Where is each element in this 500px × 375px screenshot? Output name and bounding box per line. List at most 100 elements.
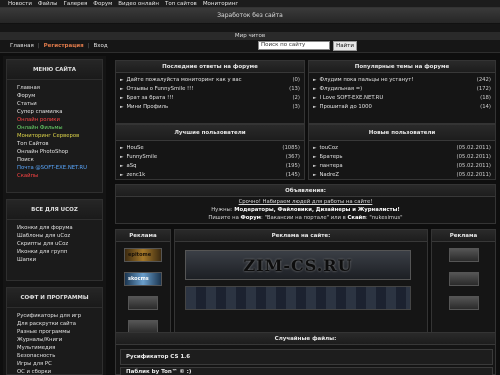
list-item-text: HouSe xyxy=(126,145,144,151)
topnav-news[interactable]: Новости xyxy=(8,1,32,7)
sidebar-item[interactable]: Иконки для форума xyxy=(17,224,102,232)
user-navbar: Главная | Регистрация | Вход xyxy=(0,40,500,53)
soft-box: СОФТ И ПРОГРАММЫ Русификаторы для игр Для… xyxy=(6,287,103,375)
sidebar-item[interactable]: Топ Сайтов xyxy=(17,140,102,148)
ucoz-title: ВСЕ ДЛЯ UCOZ xyxy=(7,200,102,220)
ad-thumb-right-2[interactable] xyxy=(449,272,479,286)
sidebar-item[interactable]: Иконки для групп xyxy=(17,248,102,256)
sidebar-item[interactable]: Статьи xyxy=(17,100,102,108)
topnav-gallery[interactable]: Галерея xyxy=(63,1,87,7)
list-item-count: (05.02.2011) xyxy=(456,154,491,160)
announcement-link[interactable]: Срочно! Набираем людей для работы на сай… xyxy=(239,199,373,205)
nav-login-link[interactable]: Вход xyxy=(94,43,108,49)
sidebar-item[interactable]: Шаблоны для uCoz xyxy=(17,232,102,240)
list-item[interactable]: ► Брат за брата !!! (2) xyxy=(120,94,300,102)
file-item[interactable]: Русификатор CS 1.6 xyxy=(120,349,493,365)
sidebar-item[interactable]: Русификаторы для игр xyxy=(17,312,102,320)
sidebar-item[interactable]: Почта @SOFT-EXE.NET.RU xyxy=(17,164,102,172)
sidebar-item[interactable]: Онлайн ролики xyxy=(17,116,102,124)
sidebar-item[interactable]: Скайпы xyxy=(17,172,102,180)
list-item[interactable]: ► HouSe (1085) xyxy=(120,144,300,152)
list-item-text: zenc1k xyxy=(126,172,146,178)
arrow-icon: ► xyxy=(120,104,124,110)
arrow-icon: ► xyxy=(313,145,317,151)
search-button[interactable]: Найти xyxy=(333,41,357,51)
announcement-contact-end: : "nukesimus" xyxy=(365,215,403,221)
zim-cs-banner[interactable]: ZIM-CS.RU xyxy=(185,250,411,280)
sidebar: МЕНЮ САЙТА Главная Форум Статьи Супер спами… xyxy=(3,56,106,375)
arrow-icon: ► xyxy=(120,163,124,169)
list-item[interactable]: ► пантера (05.02.2011) xyxy=(313,162,491,170)
list-item-count: (0) xyxy=(292,77,300,83)
ad-thumb-right-3[interactable] xyxy=(449,296,479,310)
list-item[interactable]: ► Братерь (05.02.2011) xyxy=(313,153,491,161)
list-item[interactable]: ► NadreZ (05.02.2011) xyxy=(313,171,491,179)
list-item-text: Дайте пожалуйста мониторинг как у вас xyxy=(126,77,242,83)
topnav-files[interactable]: Файлы xyxy=(38,1,58,7)
earnings-banner-text: Заработок без сайта xyxy=(217,12,283,19)
list-item[interactable]: ► Флудим пока пальцы не устанут! (242) xyxy=(313,76,491,84)
sidebar-item[interactable]: Онлайн Фильмы xyxy=(17,124,102,132)
topnav-video[interactable]: Видео онлайн xyxy=(118,1,159,7)
list-item[interactable]: ► I Love SOFT-EXE.NET.RU (18) xyxy=(313,94,491,102)
list-item-count: (172) xyxy=(476,86,491,92)
list-item[interactable]: ► Флудильная =) (172) xyxy=(313,85,491,93)
cheats-banner[interactable]: Мир читов xyxy=(0,32,500,40)
topnav-monitoring[interactable]: Мониторинг xyxy=(203,1,238,7)
announcement-line-2: Нужны: Модераторы, Файловики, Дизайнеры … xyxy=(116,207,495,213)
arrow-icon: ► xyxy=(120,86,124,92)
list-item-count: (1085) xyxy=(282,145,300,151)
file-item[interactable]: Паблик by Ton™ © :) xyxy=(120,367,493,375)
popular-topics-title: Популярные темы на форуме xyxy=(309,61,495,73)
arrow-icon: ► xyxy=(120,172,124,178)
sidebar-item[interactable]: Шапки xyxy=(17,256,102,264)
sidebar-item[interactable]: Мониторинг Серверов xyxy=(17,132,102,140)
ad-banner-strip[interactable] xyxy=(185,286,411,310)
list-item[interactable]: ► aSq (195) xyxy=(120,162,300,170)
list-item[interactable]: ► touCoz (05.02.2011) xyxy=(313,144,491,152)
list-item-text: Мини Профиль xyxy=(126,104,169,110)
list-item[interactable]: ► Мини Профиль (3) xyxy=(120,103,300,111)
sidebar-item[interactable]: Безопасность xyxy=(17,352,102,360)
earnings-banner[interactable]: Заработок без сайта xyxy=(0,8,500,24)
sidebar-item[interactable]: Разные программы xyxy=(17,328,102,336)
random-files-panel: Случайные файлы: Русификатор CS 1.6 Пабл… xyxy=(115,332,496,375)
list-item[interactable]: ► Отзывы о FunnySmile !!! (13) xyxy=(120,85,300,93)
list-item[interactable]: ► zenc1k (145) xyxy=(120,171,300,179)
list-item-text: Флудильная =) xyxy=(319,86,363,92)
nav-separator: | xyxy=(87,43,90,49)
sidebar-item[interactable]: Супер спамилка xyxy=(17,108,102,116)
list-item-text: I Love SOFT-EXE.NET.RU xyxy=(319,95,384,101)
topnav-top-sites[interactable]: Топ сайтов xyxy=(165,1,197,7)
sidebar-item[interactable]: Игры для PC xyxy=(17,360,102,368)
list-item-text: aSq xyxy=(126,163,137,169)
sidebar-item[interactable]: Для раскрутки сайта xyxy=(17,320,102,328)
list-item-count: (145) xyxy=(285,172,300,178)
topnav-forum[interactable]: Форум xyxy=(93,1,112,7)
announcement-forum-word: Форум xyxy=(240,215,261,221)
arrow-icon: ► xyxy=(313,172,317,178)
sidebar-item[interactable]: Главная xyxy=(17,84,102,92)
search-input[interactable]: Поиск по сайту xyxy=(258,41,330,50)
arrow-icon: ► xyxy=(120,77,124,83)
list-item[interactable]: ► Дайте пожалуйста мониторинг как у вас (0… xyxy=(120,76,300,84)
sidebar-item[interactable]: Скрипты для uCoz xyxy=(17,240,102,248)
ad-thumb-epitome[interactable]: epitome xyxy=(124,248,162,262)
sidebar-item[interactable]: Форум xyxy=(17,92,102,100)
ad-thumb-3[interactable] xyxy=(128,296,158,310)
list-item[interactable]: ► Прошитай до 1000 (14) xyxy=(313,103,491,111)
sidebar-item[interactable]: ОС и сборки xyxy=(17,368,102,375)
sidebar-item[interactable]: Поиск xyxy=(17,156,102,164)
ad-thumb-right-1[interactable] xyxy=(449,248,479,262)
cheats-banner-text: Мир читов xyxy=(234,33,266,39)
zim-cs-banner-text: ZIM-CS.RU xyxy=(243,255,353,275)
sidebar-item[interactable]: Мультимедия xyxy=(17,344,102,352)
best-users-panel: Лучшие пользователи ► HouSe (1085) ► FunnySm… xyxy=(115,124,305,180)
nav-home-link[interactable]: Главная xyxy=(10,43,34,49)
sidebar-item[interactable]: Журналы/Книги xyxy=(17,336,102,344)
sidebar-item[interactable]: Онлайн PhotoShop xyxy=(17,148,102,156)
ad-thumb-skocms[interactable]: skocms xyxy=(124,272,162,286)
list-item[interactable]: ► FunnySmile (367) xyxy=(120,153,300,161)
nav-register-link[interactable]: Регистрация xyxy=(44,43,84,49)
list-item-count: (242) xyxy=(476,77,491,83)
